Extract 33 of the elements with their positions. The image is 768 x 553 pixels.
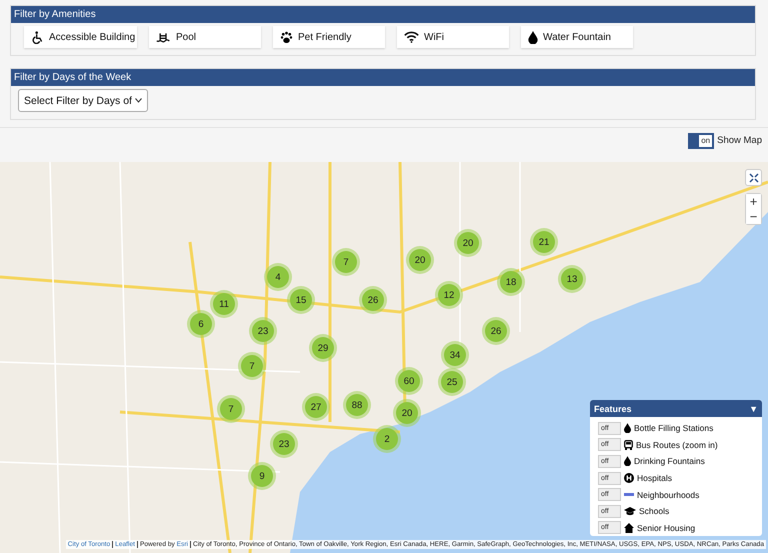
features-header[interactable]: Features ▼ <box>590 400 762 417</box>
feature-label: Senior Housing <box>637 522 696 533</box>
panel-header: Filter by Days of the Week <box>11 69 755 86</box>
amenity-button[interactable]: Accessible Building <box>24 26 137 48</box>
amenity-button[interactable]: Pool <box>149 26 261 48</box>
collapse-caret[interactable]: ▼ <box>749 404 758 414</box>
house-icon <box>624 522 634 533</box>
water-drop-icon <box>624 423 631 434</box>
feature-label: Bus Routes (zoom in) <box>636 440 718 450</box>
water-drop-icon <box>624 456 631 466</box>
feature-label: Hospitals <box>637 473 672 484</box>
feature-label: Schools <box>639 506 670 516</box>
show-map-toggle[interactable]: on <box>688 133 714 149</box>
feature-label: Bottle Filling Stations <box>634 423 714 434</box>
wifi-icon <box>404 31 419 43</box>
amenity-button[interactable]: Water Fountain <box>521 26 633 48</box>
features-title: Features <box>594 404 632 414</box>
amenity-button[interactable]: WiFi <box>397 26 509 48</box>
graduation-cap-icon <box>624 506 636 516</box>
days-select[interactable]: Select Filter by Days of <box>18 89 148 112</box>
water-drop-icon <box>528 30 538 44</box>
amenity-button[interactable]: Pet Friendly <box>273 26 385 48</box>
feature-label: Drinking Fountains <box>634 456 705 466</box>
hospital-icon <box>624 473 634 484</box>
panel-header: Filter by Amenities <box>11 6 755 23</box>
fullscreen-button[interactable] <box>745 169 762 186</box>
paw-icon <box>280 30 293 44</box>
show-map-label: Show Map <box>717 134 762 148</box>
bus-icon <box>624 440 633 450</box>
feature-label: Neighbourhoods <box>637 490 700 500</box>
caret-icon <box>135 98 142 103</box>
wheelchair-icon <box>31 30 44 44</box>
fullscreen-icon <box>748 172 758 182</box>
